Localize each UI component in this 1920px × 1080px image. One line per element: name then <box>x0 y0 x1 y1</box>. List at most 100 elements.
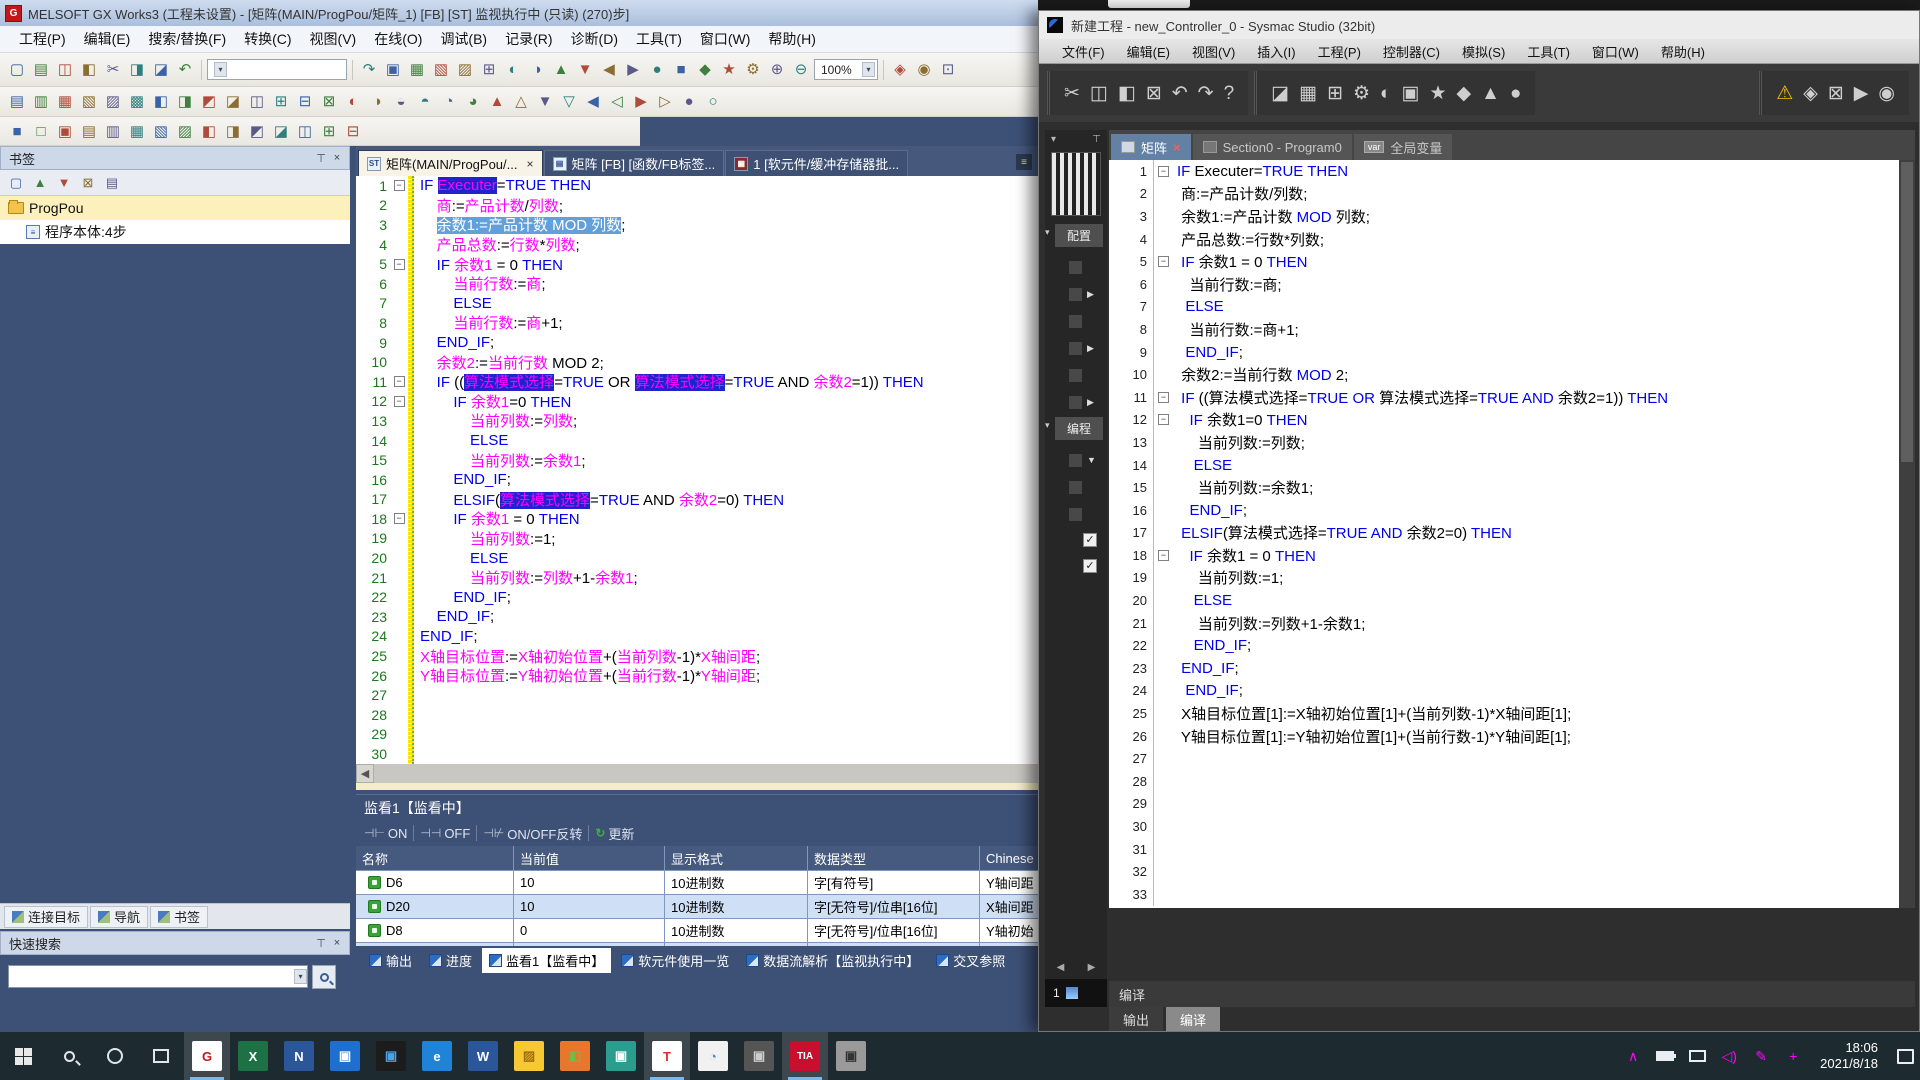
gx-menu-item[interactable]: 编辑(E) <box>75 26 140 52</box>
toolbar-icon[interactable]: ● <box>1510 84 1521 103</box>
toolbar-icon[interactable]: ◓ <box>414 91 436 113</box>
collapse-toggle[interactable]: − <box>394 513 405 524</box>
toolbar-icon[interactable]: ▼ <box>54 173 74 193</box>
dock-tab-软元件使用一览[interactable]: 软元件使用一览 <box>614 948 736 973</box>
toolbar-icon[interactable]: ⊠ <box>78 173 98 193</box>
watch-toolbar-toggle-button[interactable]: ⊣⊬ON/OFF反转 <box>483 824 582 843</box>
toolbar-icon[interactable]: ▢ <box>6 59 28 81</box>
sysmac-tab-2[interactable]: var全局变量 <box>1354 134 1453 160</box>
code-line[interactable]: 22 END_IF; <box>1109 634 1899 657</box>
toolbar-icon[interactable]: ★ <box>718 59 740 81</box>
toolbar-icon[interactable]: ◈ <box>1803 84 1818 103</box>
code-line[interactable]: 24 END_IF; <box>1109 680 1899 703</box>
toolbar-icon[interactable]: ▲ <box>30 173 50 193</box>
strip-node[interactable] <box>1069 261 1082 274</box>
toolbar-icon[interactable]: ◫ <box>294 120 316 142</box>
toolbar-icon[interactable]: ▨ <box>102 91 124 113</box>
toolbar-icon[interactable]: ▦ <box>54 91 76 113</box>
close-icon[interactable]: × <box>329 150 345 166</box>
collapse-toggle[interactable]: − <box>394 396 405 407</box>
toolbar-icon[interactable]: ◧ <box>150 91 172 113</box>
toolbar-icon[interactable]: ▦ <box>1299 84 1317 103</box>
code-line[interactable]: 8 当前行数:=商+1; <box>1109 318 1899 341</box>
code-line[interactable]: 5− IF 余数1 = 0 THEN <box>1109 250 1899 273</box>
toolbar-icon[interactable]: △ <box>510 91 532 113</box>
toolbar-icon[interactable]: ■ <box>6 120 28 142</box>
toolbar-icon[interactable]: ▥ <box>30 91 52 113</box>
close-icon[interactable]: × <box>329 935 345 951</box>
watch-toolbar-on-button[interactable]: ⊣⊢ON <box>364 826 407 841</box>
sysmac-tab-0[interactable]: 矩阵× <box>1111 134 1191 160</box>
collapse-toggle[interactable]: − <box>1158 166 1169 177</box>
build-tab-输出[interactable]: 输出 <box>1109 1007 1163 1031</box>
toolbar-icon[interactable]: ▣ <box>1402 84 1420 103</box>
pen-icon[interactable]: ✎ <box>1746 1032 1776 1080</box>
editor-tab-0[interactable]: ST矩阵(MAIN/ProgPou/...× <box>358 150 543 176</box>
editor-tab-2[interactable]: ▦1 [软元件/缓冲存储器批... <box>725 150 908 176</box>
collapse-toggle[interactable]: − <box>1158 256 1169 267</box>
toolbar-icon[interactable]: ◫ <box>54 59 76 81</box>
strip-node[interactable] <box>1069 288 1082 301</box>
toolbar-icon[interactable]: ▲ <box>550 59 572 81</box>
gx-menu-item[interactable]: 帮助(H) <box>759 26 824 52</box>
code-line[interactable]: 26Y轴目标位置:=Y轴初始位置+(当前行数-1)*Y轴间距; <box>356 666 1038 686</box>
watch-row[interactable]: D8010进制数字[无符号]/位串[16位]Y轴初始 <box>356 919 1038 943</box>
mini-icon[interactable] <box>1066 987 1078 999</box>
dock-tab-输出[interactable]: 输出 <box>362 948 419 973</box>
code-line[interactable]: 27 <box>1109 747 1899 770</box>
toolbar-icon[interactable]: ◁ <box>606 91 628 113</box>
toolbar-icon[interactable]: ? <box>1224 84 1235 103</box>
toolbar-icon[interactable]: ◪ <box>222 91 244 113</box>
collapse-toggle[interactable]: − <box>394 259 405 270</box>
dock-tab-数据流解析【监视执行中】[interactable]: 数据流解析【监视执行中】 <box>739 948 926 973</box>
code-line[interactable]: 14 ELSE <box>1109 454 1899 477</box>
collapse-toggle[interactable]: − <box>1158 392 1169 403</box>
toolbar-icon[interactable]: ● <box>646 59 668 81</box>
scrollbar-thumb[interactable] <box>1901 162 1913 462</box>
toolbar-icon[interactable]: ▥ <box>102 120 124 142</box>
volume-icon[interactable]: ◁) <box>1714 1032 1744 1080</box>
strip-node[interactable] <box>1069 454 1082 467</box>
toolbar-icon[interactable]: ↶ <box>1172 84 1188 103</box>
code-line[interactable]: 17 ELSIF(算法模式选择=TRUE AND 余数2=0) THEN <box>356 490 1038 510</box>
watch-row[interactable]: D201010进制数字[无符号]/位串[16位]X轴间距 <box>356 895 1038 919</box>
toolbar-icon[interactable]: ⊠ <box>1146 84 1162 103</box>
strip-node[interactable] <box>1069 396 1082 409</box>
toolbar-icon[interactable]: ▶ <box>622 59 644 81</box>
close-icon[interactable]: × <box>1173 140 1181 155</box>
toolbar-icon[interactable]: ▨ <box>174 120 196 142</box>
code-line[interactable]: 15 当前列数:=余数1; <box>356 450 1038 470</box>
toolbar-icon[interactable]: ◆ <box>694 59 716 81</box>
toolbar-icon[interactable]: ◨ <box>222 120 244 142</box>
code-line[interactable]: 23 END_IF; <box>356 607 1038 627</box>
sysmac-menu-item[interactable]: 视图(V) <box>1181 39 1246 64</box>
panel-tab-书签[interactable]: 书签 <box>150 906 208 928</box>
code-line[interactable]: 10 余数2:=当前行数 MOD 2; <box>1109 363 1899 386</box>
toolbar-icon[interactable]: ★ <box>1429 84 1446 103</box>
code-line[interactable]: 27 <box>356 685 1038 705</box>
toolbar-icon[interactable]: ◆ <box>1457 84 1472 103</box>
sysmac-menu-item[interactable]: 编辑(E) <box>1116 39 1181 64</box>
build-tab-编译[interactable]: 编译 <box>1166 1007 1220 1031</box>
toolbar-icon[interactable]: ▦ <box>126 120 148 142</box>
tray-chevron-up-icon[interactable]: ∧ <box>1618 1032 1648 1080</box>
checkbox-checked[interactable]: ✓ <box>1083 533 1097 547</box>
toolbar-icon[interactable]: ◐ <box>1380 84 1391 103</box>
toolbar-icon[interactable]: ▣ <box>382 59 404 81</box>
code-line[interactable]: 12− IF 余数1=0 THEN <box>1109 409 1899 432</box>
pin-icon[interactable]: ⊤ <box>313 935 329 951</box>
code-line[interactable]: 29 <box>356 725 1038 745</box>
toolbar-icon[interactable]: ▲ <box>486 91 508 113</box>
code-line[interactable]: 12− IF 余数1=0 THEN <box>356 392 1038 412</box>
toolbar-icon[interactable]: ◔ <box>438 91 460 113</box>
battery-icon[interactable] <box>1650 1032 1680 1080</box>
toolbar-icon[interactable]: ▶ <box>630 91 652 113</box>
code-line[interactable]: 19 当前列数:=1; <box>356 529 1038 549</box>
toolbar-icon[interactable]: ◕ <box>462 91 484 113</box>
code-line[interactable]: 5− IF 余数1 = 0 THEN <box>356 254 1038 274</box>
code-line[interactable]: 4 产品总数:=行数*列数; <box>356 235 1038 255</box>
code-line[interactable]: 16 END_IF; <box>356 470 1038 490</box>
toolbar-icon[interactable]: ▤ <box>102 173 122 193</box>
toolbar-icon[interactable]: ◫ <box>1090 84 1108 103</box>
gx-menu-item[interactable]: 记录(R) <box>496 26 561 52</box>
